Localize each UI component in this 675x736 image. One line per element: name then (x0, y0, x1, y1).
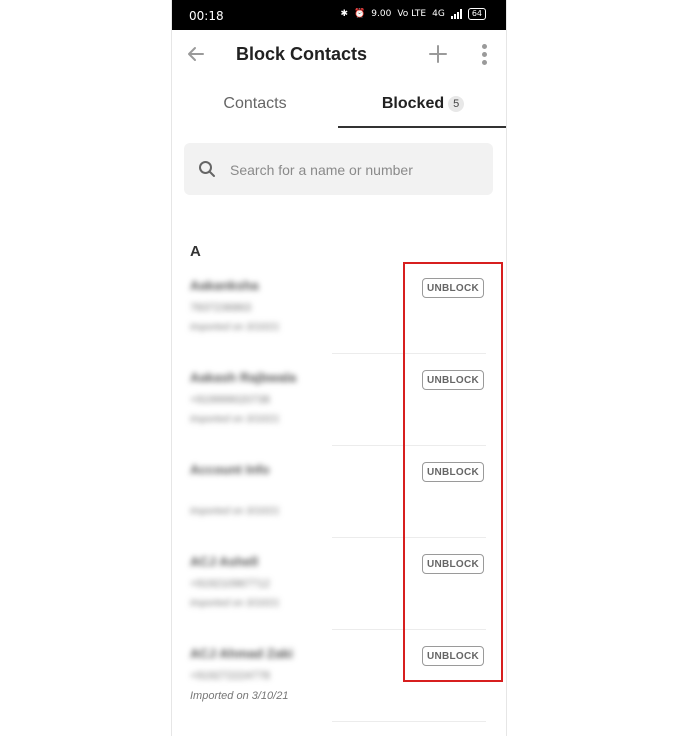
contact-name: Aakash Rajbwala (190, 370, 297, 385)
contact-name: Account Info (190, 462, 270, 477)
tab-contacts-label: Contacts (223, 95, 287, 112)
more-options-icon[interactable] (480, 44, 488, 68)
list-item: ACJ Ashell +919210967712 Imported on 3/1… (172, 538, 506, 630)
status-bar: 00:18 ✱ ⏰ 9.00 Vo LTE 4G 64 (172, 0, 506, 30)
list-item: ACJ Ahmad Zaki +919272224778 Imported on… (172, 630, 506, 722)
contact-name: ACJ Ahmad Zaki (190, 646, 293, 661)
signal-icon (450, 9, 462, 19)
page-title: Block Contacts (236, 44, 368, 64)
alarm-icon: ⏰ (354, 9, 366, 19)
divider (332, 721, 486, 722)
contact-name: Aakanksha (190, 278, 259, 293)
unblock-button[interactable]: UNBLOCK (422, 646, 484, 666)
network-speed: 9.00 (371, 9, 392, 19)
add-icon[interactable] (428, 41, 448, 69)
contact-phone: +919272224778 (190, 670, 270, 682)
search-bar[interactable] (184, 143, 493, 197)
list-item: Account Info Imported on 3/10/21 UNBLOCK (172, 446, 506, 538)
bluetooth-icon: ✱ (340, 9, 349, 19)
imported-date: Imported on 3/10/21 (190, 506, 280, 517)
unblock-button[interactable]: UNBLOCK (422, 554, 484, 574)
tab-contacts[interactable]: Contacts (172, 82, 338, 128)
tab-bar: Contacts Blocked 5 (172, 82, 506, 128)
unblock-button[interactable]: UNBLOCK (422, 278, 484, 298)
imported-date: Imported on 3/10/21 (190, 322, 280, 333)
list-item: Aakanksha 7837236863 Imported on 3/10/21… (172, 262, 506, 354)
unblock-button[interactable]: UNBLOCK (422, 462, 484, 482)
network-type-secondary: 4G (432, 9, 445, 19)
battery-icon: 64 (467, 8, 486, 20)
imported-date: Imported on 3/10/21 (190, 690, 289, 702)
list-item: Aakash Rajbwala +919999020738 Imported o… (172, 354, 506, 446)
imported-date: Imported on 3/10/21 (190, 598, 280, 609)
contact-phone: +919210967712 (190, 578, 270, 590)
search-icon (199, 161, 215, 177)
app-bar: Block Contacts (172, 30, 506, 82)
blocked-count-badge: 5 (448, 95, 465, 112)
section-header: A (190, 243, 201, 260)
status-time: 00:18 (189, 9, 224, 23)
back-arrow-icon[interactable] (186, 44, 210, 68)
status-icons: ✱ ⏰ 9.00 Vo LTE 4G 64 (340, 8, 486, 20)
phone-screen: 00:18 ✱ ⏰ 9.00 Vo LTE 4G 64 Block Contac… (171, 0, 507, 736)
search-input[interactable] (228, 143, 482, 197)
imported-date: Imported on 3/10/21 (190, 414, 280, 425)
network-type: Vo LTE (397, 9, 427, 19)
unblock-button[interactable]: UNBLOCK (422, 370, 484, 390)
tab-blocked[interactable]: Blocked 5 (338, 82, 506, 128)
contact-name: ACJ Ashell (190, 554, 259, 569)
contact-phone: +919999020738 (190, 394, 270, 406)
tab-blocked-label: Blocked (381, 95, 445, 112)
contact-phone: 7837236863 (190, 302, 252, 314)
